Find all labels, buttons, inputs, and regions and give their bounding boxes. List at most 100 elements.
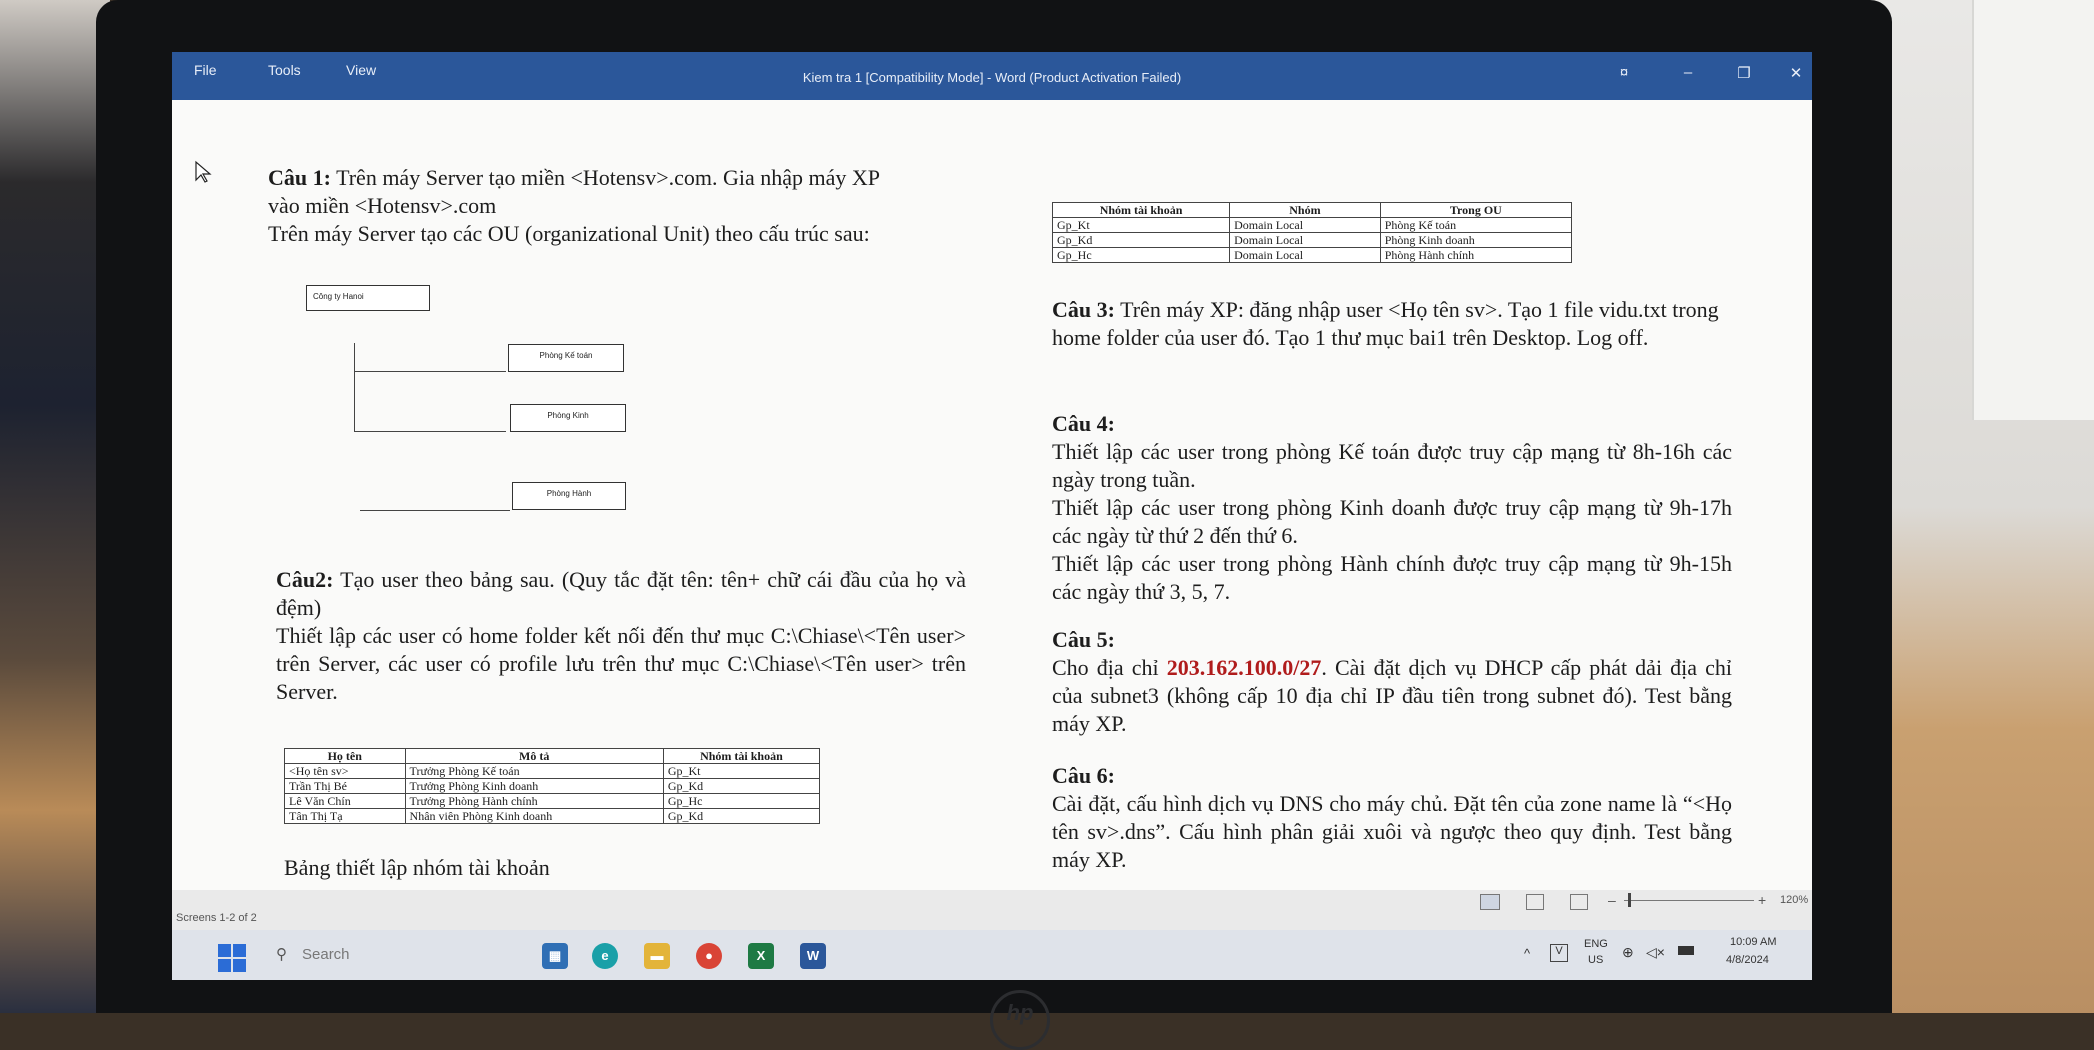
restore-button[interactable]: ❐ <box>1732 64 1756 82</box>
close-button[interactable]: ✕ <box>1784 64 1808 82</box>
zoom-slider[interactable] <box>1624 900 1754 901</box>
zoom-in-button[interactable]: + <box>1758 892 1766 908</box>
question-3: Câu 3: Trên máy XP: đăng nhập user <Họ t… <box>1052 296 1732 352</box>
table-caption: Bảng thiết lập nhóm tài khoản <box>284 855 550 880</box>
zoom-level[interactable]: 120% <box>1780 894 1808 906</box>
ou-connector-1 <box>354 371 506 372</box>
file-explorer-icon[interactable]: ▬ <box>644 943 670 969</box>
table-cell: Phòng Hành chính <box>1379 247 1573 263</box>
menu-file[interactable]: File <box>194 62 217 78</box>
windows-taskbar: ⚲ Search ▦ e ▬ ● X W ^ V ENG US ⊕ ◁× 10:… <box>172 930 1812 980</box>
table-cell: Gp_Hc <box>1051 247 1231 263</box>
web-layout-icon[interactable] <box>1570 894 1588 910</box>
ou-root-box: Công ty Hanoi <box>306 285 430 311</box>
question-1-text: Trên máy Server tạo miền <Hotensv>.com. … <box>268 165 880 218</box>
excel-icon[interactable]: X <box>748 943 774 969</box>
table-cell: Phòng Kinh doanh <box>1379 232 1573 248</box>
battery-icon[interactable] <box>1678 946 1694 955</box>
word-icon[interactable]: W <box>800 943 826 969</box>
table-cell: Tân Thị Tạ <box>284 808 406 824</box>
table-row: Gp_Kt Domain Local Phòng Kế toán <box>1051 217 1573 233</box>
question-2-text: Tạo user theo bảng sau. (Quy tắc đặt tên… <box>276 567 967 620</box>
table-header-cell: Mô tả <box>404 748 664 764</box>
table-cell: Gp_Kd <box>662 778 821 794</box>
volume-muted-icon[interactable]: ◁× <box>1646 944 1665 961</box>
antivirus-tray-icon[interactable]: V <box>1550 944 1568 962</box>
ou-connector-vertical <box>354 343 355 431</box>
question-3-label: Câu 3: <box>1052 297 1115 322</box>
network-globe-icon[interactable]: ⊕ <box>1622 944 1634 961</box>
table-cell: <Họ tên sv> <box>284 763 406 779</box>
chrome-icon[interactable]: ● <box>696 943 722 969</box>
table-cell: Gp_Kt <box>1051 217 1231 233</box>
table-row: Lê Văn Chín Trưởng Phòng Hành chính Gp_H… <box>284 793 821 809</box>
user-table: Họ tên Mô tả Nhóm tài khoản <Họ tên sv> … <box>284 748 821 824</box>
table-row: Trần Thị Bé Trưởng Phòng Kinh doanh Gp_K… <box>284 778 821 794</box>
table-header-row: Họ tên Mô tả Nhóm tài khoản <box>284 748 821 764</box>
table-row: Gp_Kd Domain Local Phòng Kinh doanh <box>1051 232 1573 248</box>
table-header-cell: Trong OU <box>1379 202 1573 218</box>
table-header-row: Nhóm tài khoản Nhóm Trong OU <box>1051 202 1573 218</box>
table-cell: Phòng Kế toán <box>1379 217 1573 233</box>
question-5-label: Câu 5: <box>1052 627 1115 652</box>
minimize-button[interactable]: – <box>1676 64 1700 81</box>
table-cell: Trưởng Phòng Kinh doanh <box>404 778 664 794</box>
print-layout-icon[interactable] <box>1526 894 1544 910</box>
zoom-slider-thumb[interactable] <box>1628 893 1631 907</box>
table-cell: Trưởng Phòng Kế toán <box>404 763 664 779</box>
focus-mode-icon[interactable]: ¤ <box>1612 64 1636 81</box>
question-2-text-2: Thiết lập các user có home folder kết nố… <box>276 623 966 704</box>
question-1: Câu 1: Trên máy Server tạo miền <Hotensv… <box>268 164 908 248</box>
question-5: Câu 5: Cho địa chỉ 203.162.100.0/27. Cài… <box>1052 626 1732 738</box>
chevron-up-icon[interactable]: ^ <box>1524 946 1530 961</box>
question-4-line: Thiết lập các user trong phòng Kinh doan… <box>1052 495 1732 548</box>
windows-start-icon[interactable] <box>218 944 246 972</box>
background-room-left <box>0 0 110 1013</box>
question-4-line: Thiết lập các user trong phòng Hành chín… <box>1052 551 1732 604</box>
question-5-ip: 203.162.100.0/27 <box>1166 655 1322 680</box>
question-6-label: Câu 6: <box>1052 763 1115 788</box>
task-view-icon[interactable]: ▦ <box>542 943 568 969</box>
ou-connector-2 <box>354 431 506 432</box>
status-bar: Screens 1-2 of 2 – + 120% <box>172 890 1812 930</box>
ou-child-box: Phòng Kinh <box>510 404 626 432</box>
menu-view[interactable]: View <box>346 62 376 78</box>
question-2: Câu2: Tạo user theo bảng sau. (Quy tắc đ… <box>276 566 966 706</box>
clock-date[interactable]: 4/8/2024 <box>1726 954 1769 966</box>
group-table: Nhóm tài khoản Nhóm Trong OU Gp_Kt Domai… <box>1051 202 1573 263</box>
taskbar-search-box[interactable]: Search <box>302 946 350 963</box>
ou-child-box: Phòng Hành <box>512 482 626 510</box>
table-row: Gp_Hc Domain Local Phòng Hành chính <box>1051 247 1573 263</box>
read-mode-icon[interactable] <box>1480 894 1500 910</box>
table-row: <Họ tên sv> Trưởng Phòng Kế toán Gp_Kt <box>284 763 821 779</box>
table-header-cell: Nhóm <box>1229 202 1381 218</box>
table-header-cell: Nhóm tài khoản <box>662 748 821 764</box>
background-wall-column <box>1972 0 2094 420</box>
ou-connector-3 <box>360 510 510 511</box>
mouse-pointer-icon <box>195 160 212 183</box>
zoom-out-button[interactable]: – <box>1608 892 1616 908</box>
table-cell: Domain Local <box>1229 217 1381 233</box>
question-6: Câu 6: Cài đặt, cấu hình dịch vụ DNS cho… <box>1052 762 1732 874</box>
hp-logo-icon: hp <box>990 990 1050 1050</box>
table-cell: Lê Văn Chín <box>284 793 406 809</box>
clock-time[interactable]: 10:09 AM <box>1730 936 1776 948</box>
search-icon[interactable]: ⚲ <box>276 945 287 963</box>
question-1-text-2: Trên máy Server tạo các OU (organization… <box>268 221 870 246</box>
question-4-label: Câu 4: <box>1052 411 1115 436</box>
edge-browser-icon[interactable]: e <box>592 943 618 969</box>
question-6-text: Cài đặt, cấu hình dịch vụ DNS cho máy ch… <box>1052 791 1732 872</box>
table-cell: Gp_Hc <box>662 793 821 809</box>
ou-child-box: Phòng Kế toán <box>508 344 624 372</box>
language-indicator-bottom[interactable]: US <box>1588 954 1603 966</box>
document-page[interactable]: Câu 1: Trên máy Server tạo miền <Hotensv… <box>172 100 1812 890</box>
menu-tools[interactable]: Tools <box>268 62 301 78</box>
question-1-label: Câu 1: <box>268 165 331 190</box>
table-cell: Domain Local <box>1229 232 1381 248</box>
table-cell: Domain Local <box>1229 247 1381 263</box>
table-header-cell: Họ tên <box>284 748 406 764</box>
table-cell: Trưởng Phòng Hành chính <box>404 793 664 809</box>
language-indicator-top[interactable]: ENG <box>1584 938 1608 950</box>
table-cell: Nhân viên Phòng Kinh doanh <box>404 808 664 824</box>
laptop-screen: File Tools View Kiem tra 1 [Compatibilit… <box>172 52 1812 980</box>
